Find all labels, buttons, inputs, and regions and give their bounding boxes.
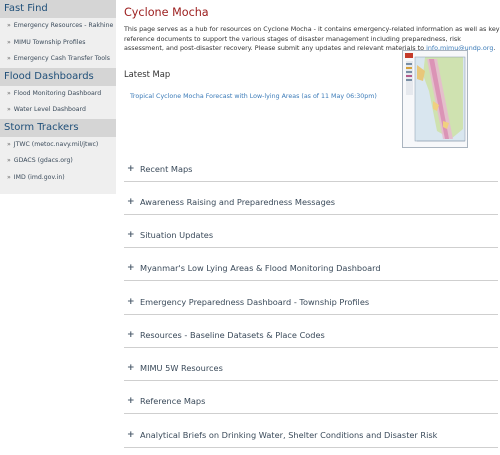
- accordion-recent-maps[interactable]: + Recent Maps: [124, 161, 498, 182]
- sidebar-item-label: IMD (imd.gov.in): [13, 173, 65, 181]
- accordion-reference-maps[interactable]: + Reference Maps: [124, 393, 498, 414]
- accordion-situation-updates[interactable]: + Situation Updates: [124, 227, 498, 248]
- plus-icon: +: [127, 263, 135, 273]
- plus-icon: +: [127, 396, 135, 406]
- sidebar-item-jtwc[interactable]: » JTWC (metoc.navy.mil/jtwc): [0, 137, 116, 154]
- plus-icon: +: [127, 230, 135, 240]
- sidebar-item-emergency-resources[interactable]: » Emergency Resources - Rakhine: [0, 18, 116, 35]
- accordion-label: Situation Updates: [140, 230, 214, 240]
- sidebar-item-label: GDACS (gdacs.org): [13, 157, 73, 164]
- bullet-icon: »: [7, 55, 11, 62]
- bullet-icon: »: [7, 173, 11, 181]
- sidebar-panel: Fast Find » Emergency Resources - Rakhine…: [0, 0, 116, 194]
- accordion-baseline-datasets[interactable]: + Resources - Baseline Datasets & Place …: [124, 327, 498, 348]
- sidebar-item-flood-monitoring[interactable]: » Flood Monitoring Dashboard: [0, 86, 116, 103]
- accordion-label: Emergency Preparedness Dashboard - Towns…: [140, 297, 370, 307]
- sidebar-item-label: Emergency Cash Transfer Tools: [13, 55, 110, 62]
- accordion-label: Myanmar's Low Lying Areas & Flood Monito…: [140, 263, 381, 273]
- sidebar-item-cash-transfer-tools[interactable]: » Emergency Cash Transfer Tools: [0, 51, 116, 68]
- plus-icon: +: [127, 363, 135, 373]
- accordion-analytical-briefs[interactable]: + Analytical Briefs on Drinking Water, S…: [124, 427, 498, 448]
- accordion-label: Awareness Raising and Preparedness Messa…: [140, 197, 336, 207]
- page-title: Cyclone Mocha: [124, 6, 209, 19]
- accordion-5w-resources[interactable]: + MIMU 5W Resources: [124, 360, 498, 381]
- sidebar-item-label: Water Level Dashboard: [13, 106, 86, 113]
- sidebar-item-label: Flood Monitoring Dashboard: [13, 89, 102, 97]
- sidebar-item-water-level[interactable]: » Water Level Dashboard: [0, 102, 116, 119]
- plus-icon: +: [127, 330, 135, 340]
- bullet-icon: »: [7, 140, 11, 148]
- bullet-icon: »: [7, 157, 11, 164]
- sidebar: Fast Find » Emergency Resources - Rakhine…: [0, 0, 116, 455]
- accordion-awareness-raising[interactable]: + Awareness Raising and Preparedness Mes…: [124, 194, 498, 215]
- plus-icon: +: [127, 164, 135, 174]
- sidebar-item-label: MIMU Township Profiles: [13, 38, 86, 46]
- sidebar-heading-fast-find: Fast Find: [0, 0, 116, 18]
- sidebar-item-imd[interactable]: » IMD (imd.gov.in): [0, 170, 116, 187]
- plus-icon: +: [127, 197, 135, 207]
- sidebar-heading-flood-dashboards: Flood Dashboards: [0, 67, 116, 86]
- latest-map-heading: Latest Map: [124, 69, 171, 79]
- sidebar-item-gdacs[interactable]: » GDACS (gdacs.org): [0, 153, 116, 170]
- sidebar-heading-storm-trackers: Storm Trackers: [0, 118, 116, 137]
- bullet-icon: »: [7, 89, 11, 97]
- accordion-label: Resources - Baseline Datasets & Place Co…: [140, 330, 325, 340]
- bullet-icon: »: [7, 38, 11, 46]
- plus-icon: +: [127, 297, 135, 307]
- accordion-label: Reference Maps: [140, 396, 206, 406]
- sidebar-item-label: Emergency Resources - Rakhine: [13, 22, 114, 29]
- sidebar-item-township-profiles[interactable]: » MIMU Township Profiles: [0, 35, 116, 52]
- sidebar-item-label: JTWC (metoc.navy.mil/jtwc): [13, 140, 99, 148]
- main-content: Cyclone Mocha This page serves as a hub …: [124, 0, 500, 455]
- intro-end: .: [493, 44, 496, 53]
- bullet-icon: »: [7, 106, 11, 113]
- accordion-label: Recent Maps: [140, 164, 193, 174]
- latest-map-link[interactable]: Tropical Cyclone Mocha Forecast with Low…: [130, 93, 377, 100]
- accordion-preparedness-dashboard[interactable]: + Emergency Preparedness Dashboard - Tow…: [124, 294, 498, 315]
- bullet-icon: »: [7, 22, 11, 29]
- accordion-label: Analytical Briefs on Drinking Water, She…: [140, 430, 438, 440]
- accordion-label: MIMU 5W Resources: [140, 363, 223, 373]
- map-image: [403, 51, 467, 147]
- plus-icon: +: [127, 430, 135, 440]
- accordion-low-lying-areas[interactable]: + Myanmar's Low Lying Areas & Flood Moni…: [124, 260, 498, 281]
- latest-map-thumbnail[interactable]: [402, 50, 468, 148]
